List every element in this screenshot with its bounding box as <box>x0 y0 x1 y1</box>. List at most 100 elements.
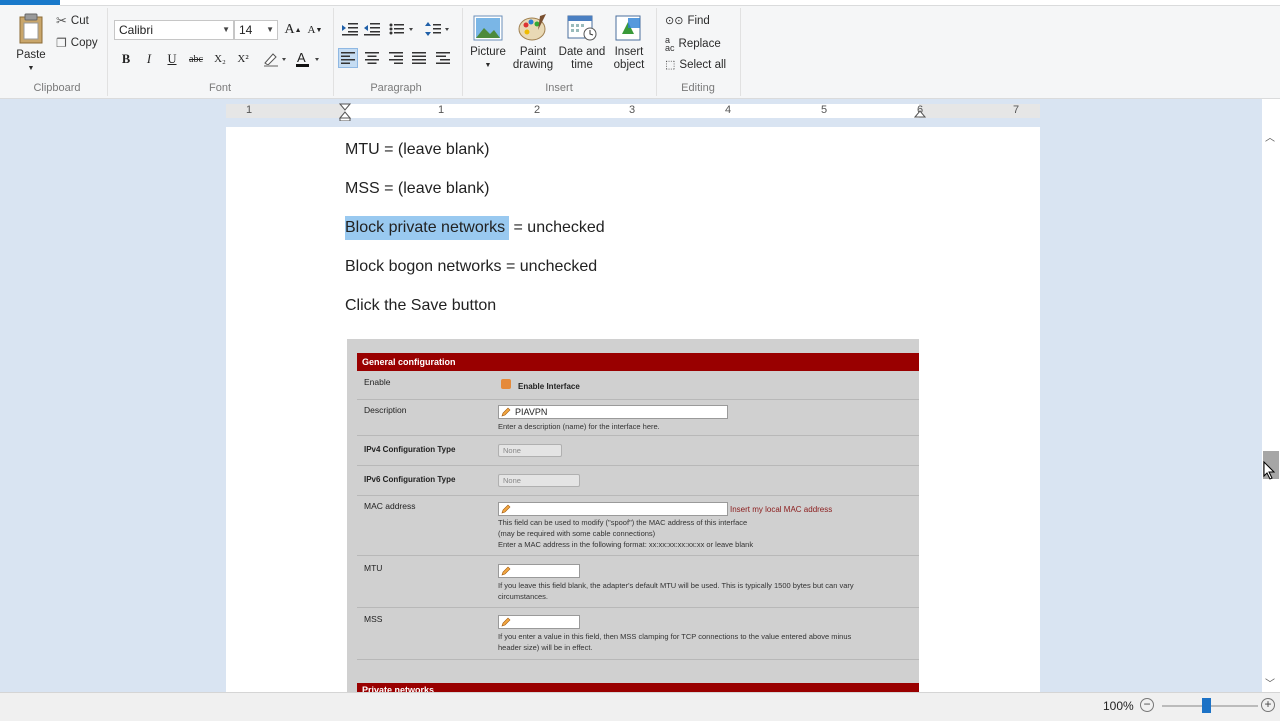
chevron-down-icon: ▼ <box>222 25 230 34</box>
doc-paragraph[interactable]: MSS = (leave blank) <box>345 180 490 198</box>
font-size-select[interactable]: 14 ▼ <box>234 20 278 40</box>
insert-object-icon <box>615 15 641 41</box>
doc-paragraph[interactable]: Click the Save button <box>345 297 496 315</box>
group-divider <box>107 8 108 96</box>
shrink-font-button[interactable]: A ▼ <box>305 20 325 40</box>
insert-object-button[interactable]: Insert object <box>608 14 650 72</box>
align-center-button[interactable] <box>362 48 382 68</box>
grow-font-button[interactable]: A ▲ <box>283 20 303 40</box>
embedded-screenshot[interactable]: General configuration Enable Enable Inte… <box>347 339 919 692</box>
align-left-button[interactable] <box>338 48 358 68</box>
ruler-number: 4 <box>725 104 732 116</box>
enable-row: Enable Enable Interface <box>357 371 919 400</box>
picture-dropdown-arrow[interactable]: ▼ <box>466 59 510 72</box>
font-color-button[interactable]: A <box>293 49 323 69</box>
date-time-label-1: Date and <box>558 46 606 58</box>
picture-button[interactable]: Picture ▼ <box>466 14 510 72</box>
group-divider <box>462 8 463 96</box>
indent-marker-icon[interactable] <box>339 103 351 121</box>
vertical-scrollbar[interactable]: ︿ ﹀ <box>1262 127 1280 692</box>
align-right-button[interactable] <box>386 48 406 68</box>
paint-drawing-label-1: Paint <box>519 46 547 58</box>
find-label: Find <box>687 14 710 27</box>
zoom-in-button[interactable]: + <box>1261 698 1275 712</box>
group-divider <box>656 8 657 96</box>
mtu-field <box>498 564 580 578</box>
selected-text[interactable]: Block private networks <box>345 216 510 240</box>
right-indent-marker-icon[interactable] <box>914 108 926 118</box>
ruler-number: 7 <box>1013 104 1020 116</box>
paragraph-settings-button[interactable] <box>433 48 453 68</box>
ruler-right-margin <box>919 104 1040 118</box>
scroll-down-icon[interactable]: ﹀ <box>1265 675 1275 690</box>
mtu-help-2: circumstances. <box>498 592 549 601</box>
paste-label: Paste <box>16 49 46 61</box>
svg-text:A: A <box>297 50 306 65</box>
paragraph-group-label: Paragraph <box>370 82 422 94</box>
underline-button[interactable]: U <box>162 49 182 69</box>
bold-button[interactable]: B <box>116 49 136 69</box>
decrease-indent-icon <box>342 23 358 36</box>
mss-help-1: If you enter a value in this field, then… <box>498 632 852 641</box>
paste-dropdown-arrow[interactable]: ▼ <box>14 62 48 75</box>
file-tab[interactable] <box>0 0 60 5</box>
strikethrough-button[interactable]: abc <box>186 49 206 69</box>
replace-icon: a ac <box>665 35 675 53</box>
ruler[interactable]: 1 1 2 3 4 5 6 7 <box>226 103 1040 121</box>
align-right-icon <box>389 52 403 64</box>
line-spacing-button[interactable] <box>424 19 452 39</box>
chevron-down-icon: ▼ <box>266 25 274 34</box>
clipboard-icon <box>19 13 43 44</box>
doc-paragraph[interactable]: Block private networks = unchecked <box>345 216 605 240</box>
superscript-button[interactable]: X² <box>233 49 253 69</box>
copy-icon: ❐ <box>56 36 67 50</box>
mac-help-1: This field can be used to modify ("spoof… <box>498 518 748 527</box>
insert-object-label-2: object <box>613 59 645 71</box>
ipv6-value: None <box>503 476 521 485</box>
subscript-button[interactable]: X₂ <box>210 49 230 69</box>
paint-drawing-button[interactable]: Paint drawing <box>510 14 556 72</box>
doc-paragraph[interactable]: MTU = (leave blank) <box>345 141 490 159</box>
picture-icon <box>473 15 503 41</box>
highlight-color-button[interactable] <box>260 49 290 69</box>
zoom-out-button[interactable]: − <box>1140 698 1154 712</box>
replace-button[interactable]: a ac Replace <box>665 35 721 53</box>
font-size-value: 14 <box>239 23 253 37</box>
bullet-list-button[interactable] <box>388 19 416 39</box>
font-family-select[interactable]: Calibri ▼ <box>114 20 234 40</box>
document-page[interactable]: MTU = (leave blank) MSS = (leave blank) … <box>226 127 1040 692</box>
justify-button[interactable] <box>409 48 429 68</box>
description-row: Description PIAVPN Enter a description (… <box>357 399 919 436</box>
italic-button[interactable]: I <box>139 49 159 69</box>
ipv6-label: IPv6 Configuration Type <box>364 475 456 484</box>
pencil-icon <box>501 504 511 514</box>
pencil-icon <box>501 407 511 417</box>
increase-indent-button[interactable] <box>362 19 382 39</box>
justify-icon <box>412 52 426 64</box>
ruler-number: 2 <box>534 104 541 116</box>
doc-paragraph[interactable]: Block bogon networks = unchecked <box>345 258 597 276</box>
paste-button[interactable]: Paste ▼ <box>14 13 48 75</box>
mac-help-3: Enter a MAC address in the following for… <box>498 540 754 549</box>
enable-label: Enable <box>364 377 391 387</box>
font-family-value: Calibri <box>119 23 154 37</box>
mac-row: MAC address Insert my local MAC address … <box>357 495 919 556</box>
clipboard-group-label: Clipboard <box>33 82 81 94</box>
copy-label: Copy <box>70 37 98 49</box>
zoom-slider-thumb[interactable] <box>1202 698 1211 713</box>
decrease-indent-button[interactable] <box>340 19 360 39</box>
align-center-icon <box>365 52 379 64</box>
date-and-time-button[interactable]: Date and time <box>556 14 608 72</box>
font-color-icon: A <box>296 50 319 67</box>
mtu-row: MTU If you leave this field blank, the a… <box>357 555 919 608</box>
replace-label: Replace <box>678 38 721 50</box>
scroll-up-icon[interactable]: ︿ <box>1265 129 1275 144</box>
binoculars-icon: ⊙⊙ <box>665 15 684 27</box>
copy-button[interactable]: ❐ Copy <box>56 36 98 50</box>
select-all-label: Select all <box>679 58 727 71</box>
select-all-button[interactable]: ⬚ Select all <box>665 58 727 72</box>
mac-field <box>498 502 728 516</box>
cut-label: Cut <box>70 15 89 27</box>
cut-button[interactable]: ✂ Cut <box>56 13 89 29</box>
find-button[interactable]: ⊙⊙ Find <box>665 14 710 28</box>
